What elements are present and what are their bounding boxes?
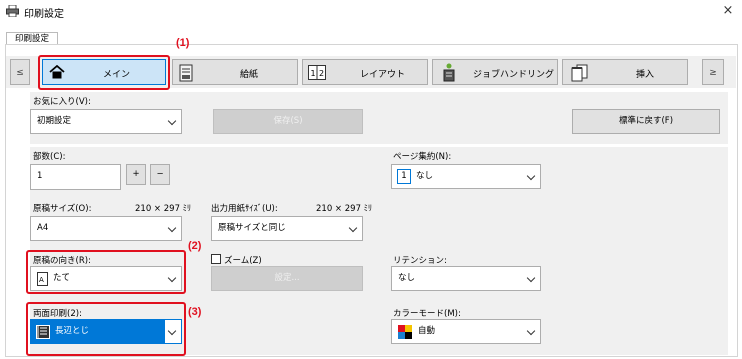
retention-label: リテンション: <box>393 256 447 266</box>
retention-select[interactable]: なし <box>391 266 541 291</box>
copies-plus-button[interactable]: + <box>126 164 146 185</box>
tab-job-handling-label: ジョブハンドリング <box>473 70 555 80</box>
paper-tray-icon <box>179 64 193 82</box>
save-button[interactable]: 保存(S) <box>213 109 363 134</box>
callout-box-2 <box>26 250 186 294</box>
layout-icon: 1 2 <box>308 65 326 80</box>
tab-paper-button[interactable]: 給紙 <box>172 59 298 85</box>
callout-box-3 <box>26 302 186 356</box>
callout-3: (3) <box>188 306 202 318</box>
copies-label: 部数(C): <box>33 152 66 162</box>
tab-layout-button[interactable]: 1 2 レイアウト <box>302 59 428 85</box>
copies-value: 1 <box>37 171 43 181</box>
zoom-settings-button[interactable]: 設定... <box>211 266 363 291</box>
favorites-select[interactable]: 初期設定 <box>30 109 182 134</box>
scroll-left-button[interactable]: ≤ <box>10 59 30 85</box>
callout-2: (2) <box>188 240 202 252</box>
original-size-select[interactable]: A4 <box>30 216 182 241</box>
close-button[interactable]: × <box>718 1 738 21</box>
chevron-down-icon <box>526 171 536 181</box>
window-title: 印刷設定 <box>24 9 64 20</box>
favorites-label: お気に入り(V): <box>33 97 91 107</box>
nup-label: ページ集約(N): <box>393 152 452 162</box>
insert-icon <box>571 64 588 82</box>
nup-badge: 1 <box>397 169 411 184</box>
original-size-label: 原稿サイズ(O): <box>33 204 92 214</box>
nup-select[interactable]: 1 なし <box>391 164 541 189</box>
reset-defaults-button[interactable]: 標準に戻す(F) <box>572 109 720 134</box>
chevron-down-icon <box>526 273 536 283</box>
original-size-dims: 210 × 297 ﾐﾘ <box>135 204 192 214</box>
nup-value: なし <box>416 171 434 181</box>
svg-text:1: 1 <box>311 69 316 78</box>
tab-job-handling-button[interactable]: ジョブハンドリング <box>432 59 558 85</box>
callout-1: (1) <box>176 37 190 49</box>
scroll-right-button[interactable]: ≥ <box>702 59 724 85</box>
color-mode-value: 自動 <box>418 326 436 336</box>
original-size-value: A4 <box>37 223 49 233</box>
zoom-label: ズーム(Z) <box>224 256 262 266</box>
tab-paper-label: 給紙 <box>240 70 259 80</box>
output-size-select[interactable]: 原稿サイズと同じ <box>211 216 363 241</box>
tab-layout-label: レイアウト <box>360 70 406 80</box>
callout-box-1 <box>38 55 170 90</box>
chevron-down-icon <box>167 116 177 126</box>
copies-minus-button[interactable]: − <box>150 164 170 185</box>
favorites-value: 初期設定 <box>37 116 72 126</box>
job-handling-icon <box>443 63 455 82</box>
printer-icon <box>6 5 19 17</box>
color-mode-select[interactable]: 自動 <box>391 319 541 344</box>
chevron-down-icon <box>348 223 358 233</box>
svg-text:2: 2 <box>319 69 324 78</box>
output-size-dims: 210 × 297 ﾐﾘ <box>316 204 373 214</box>
tab-insert-label: 挿入 <box>636 70 655 80</box>
retention-value: なし <box>398 273 416 283</box>
zoom-checkbox[interactable] <box>211 254 221 264</box>
color-auto-icon <box>398 325 412 339</box>
color-mode-label: カラーモード(M): <box>393 309 461 319</box>
chevron-down-icon <box>526 326 536 336</box>
copies-input[interactable]: 1 <box>30 164 121 190</box>
chevron-down-icon <box>167 223 177 233</box>
output-size-value: 原稿サイズと同じ <box>218 223 286 233</box>
tab-insert-button[interactable]: 挿入 <box>562 59 688 85</box>
output-size-label: 出力用紙ｻｲｽﾞ(U): <box>211 204 278 214</box>
title-bar <box>0 0 742 22</box>
